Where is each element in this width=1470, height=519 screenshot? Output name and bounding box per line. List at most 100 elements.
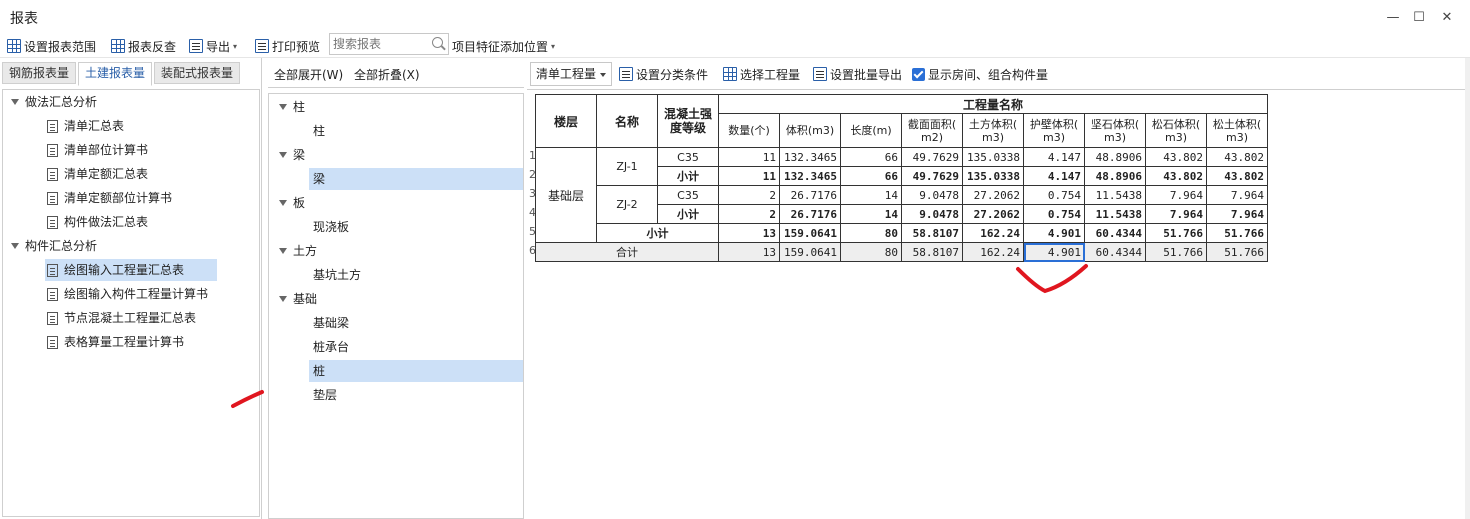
- cell[interactable]: 27.2062: [962, 204, 1024, 224]
- tree-group-method[interactable]: 做法汇总分析: [11, 91, 97, 113]
- subtotal-label[interactable]: 小计: [596, 223, 719, 243]
- cell[interactable]: 66: [840, 166, 902, 186]
- tree-item[interactable]: 现浇板: [313, 216, 349, 238]
- cell[interactable]: 7.964: [1145, 185, 1207, 205]
- table-row[interactable]: 基础层 ZJ-1 C35 11 132.3465 66 49.7629 135.…: [535, 147, 1268, 243]
- tree-item[interactable]: 基坑土方: [313, 264, 361, 286]
- cell[interactable]: 7.964: [1206, 185, 1268, 205]
- cell[interactable]: 80: [840, 242, 902, 262]
- export-button[interactable]: 导出 ▾: [189, 37, 237, 55]
- cell[interactable]: 51.766: [1145, 242, 1207, 262]
- tree-item[interactable]: 构件做法汇总表: [47, 211, 148, 233]
- search-icon[interactable]: [432, 37, 443, 48]
- report-query-button[interactable]: 报表反查: [111, 37, 176, 55]
- tree-item-selected[interactable]: 桩: [309, 360, 523, 382]
- cell[interactable]: 159.0641: [779, 223, 841, 243]
- cell[interactable]: 48.8906: [1084, 166, 1146, 186]
- cell[interactable]: 9.0478: [901, 185, 963, 205]
- subtotal-label[interactable]: 小计: [657, 204, 719, 224]
- tree-group[interactable]: 板: [279, 192, 305, 214]
- close-button[interactable]: ✕: [1436, 8, 1458, 28]
- tab-prefab-report[interactable]: 装配式报表量: [154, 62, 241, 84]
- tree-item[interactable]: 基础梁: [313, 312, 349, 334]
- cell[interactable]: 2: [718, 185, 780, 205]
- table-row[interactable]: ZJ-2 C35 2 26.7176 14 9.0478 27.2062 0.7…: [536, 185, 1268, 224]
- cell[interactable]: 14: [840, 204, 902, 224]
- cell[interactable]: 135.0338: [962, 166, 1024, 186]
- cell[interactable]: 13: [718, 223, 780, 243]
- tree-item[interactable]: 柱: [313, 120, 325, 142]
- grade-cell[interactable]: C35: [657, 147, 719, 167]
- search-input[interactable]: [330, 34, 426, 54]
- tree-item[interactable]: 清单定额部位计算书: [47, 187, 172, 209]
- cell[interactable]: 159.0641: [779, 242, 841, 262]
- batch-export-button[interactable]: 设置批量导出: [813, 65, 902, 83]
- cell[interactable]: 26.7176: [779, 185, 841, 205]
- cell[interactable]: 13: [718, 242, 780, 262]
- tree-item[interactable]: 表格算量工程量计算书: [47, 331, 184, 353]
- maximize-button[interactable]: ☐: [1408, 8, 1430, 28]
- cell[interactable]: 51.766: [1206, 223, 1268, 243]
- tree-item[interactable]: 梁: [309, 168, 523, 190]
- tree-item[interactable]: 清单定额汇总表: [47, 163, 148, 185]
- table-row-total[interactable]: 合计 13 159.0641 80 58.8107 162.24 4.901 6…: [535, 242, 1268, 262]
- cell[interactable]: 135.0338: [962, 147, 1024, 167]
- checkbox-checked-icon[interactable]: [912, 67, 925, 81]
- tree-item[interactable]: 清单部位计算书: [47, 139, 148, 161]
- cell[interactable]: 43.802: [1206, 147, 1268, 167]
- tree-group-component[interactable]: 构件汇总分析: [11, 235, 97, 257]
- cell[interactable]: 162.24: [962, 223, 1024, 243]
- cell[interactable]: 66: [840, 147, 902, 167]
- cell[interactable]: 51.766: [1206, 242, 1268, 262]
- quantity-type-select[interactable]: 清单工程量: [530, 62, 612, 86]
- cell[interactable]: 11: [718, 166, 780, 186]
- cell[interactable]: 4.147: [1023, 147, 1085, 167]
- tree-item[interactable]: 垫层: [313, 384, 337, 406]
- selected-cell[interactable]: 4.901: [1023, 242, 1085, 262]
- cell[interactable]: 4.147: [1023, 166, 1085, 186]
- cell[interactable]: 132.3465: [779, 166, 841, 186]
- expand-all-button[interactable]: 全部展开(W): [274, 66, 343, 83]
- cell[interactable]: 43.802: [1145, 166, 1207, 186]
- cell[interactable]: 2: [718, 204, 780, 224]
- subtotal-label[interactable]: 小计: [657, 166, 719, 186]
- print-preview-button[interactable]: 打印预览: [255, 37, 320, 55]
- tab-civil-report[interactable]: 土建报表量: [78, 62, 153, 86]
- cell[interactable]: 58.8107: [901, 242, 963, 262]
- tree-group[interactable]: 梁: [279, 144, 305, 166]
- select-quantity-button[interactable]: 选择工程量: [723, 65, 800, 83]
- cell[interactable]: 11.5438: [1084, 185, 1146, 205]
- cell[interactable]: 162.24: [962, 242, 1024, 262]
- tree-item[interactable]: 绘图输入构件工程量计算书: [47, 283, 208, 305]
- name-cell[interactable]: ZJ-2: [596, 185, 658, 224]
- cell[interactable]: 58.8107: [901, 223, 963, 243]
- grade-cell[interactable]: C35: [657, 185, 719, 205]
- cell[interactable]: 7.964: [1145, 204, 1207, 224]
- cell[interactable]: 60.4344: [1084, 242, 1146, 262]
- table-row-floor-subtotal[interactable]: 小计 13 159.0641 80 58.8107 162.24 4.901 6…: [536, 223, 1268, 243]
- cell[interactable]: 60.4344: [1084, 223, 1146, 243]
- cell[interactable]: 49.7629: [901, 166, 963, 186]
- search-box[interactable]: [329, 33, 449, 55]
- total-label[interactable]: 合计: [535, 242, 719, 262]
- cell[interactable]: 26.7176: [779, 204, 841, 224]
- minimize-button[interactable]: —: [1382, 8, 1404, 28]
- cell[interactable]: 43.802: [1145, 147, 1207, 167]
- tree-item[interactable]: 清单汇总表: [47, 115, 124, 137]
- cell[interactable]: 4.901: [1023, 223, 1085, 243]
- cell[interactable]: 7.964: [1206, 204, 1268, 224]
- item-feature-dropdown[interactable]: 项目特征添加位置 ▾: [452, 37, 555, 55]
- cell[interactable]: 132.3465: [779, 147, 841, 167]
- tab-rebar-report[interactable]: 钢筋报表量: [2, 62, 77, 84]
- cell[interactable]: 11.5438: [1084, 204, 1146, 224]
- cell[interactable]: 43.802: [1206, 166, 1268, 186]
- cell[interactable]: 11: [718, 147, 780, 167]
- tree-group[interactable]: 土方: [279, 240, 317, 262]
- name-cell[interactable]: ZJ-1: [596, 147, 658, 186]
- set-range-button[interactable]: 设置报表范围: [7, 37, 96, 55]
- tree-group[interactable]: 基础: [279, 288, 317, 310]
- tree-group[interactable]: 柱: [279, 96, 305, 118]
- cell[interactable]: 0.754: [1023, 204, 1085, 224]
- cell[interactable]: 14: [840, 185, 902, 205]
- cell[interactable]: 51.766: [1145, 223, 1207, 243]
